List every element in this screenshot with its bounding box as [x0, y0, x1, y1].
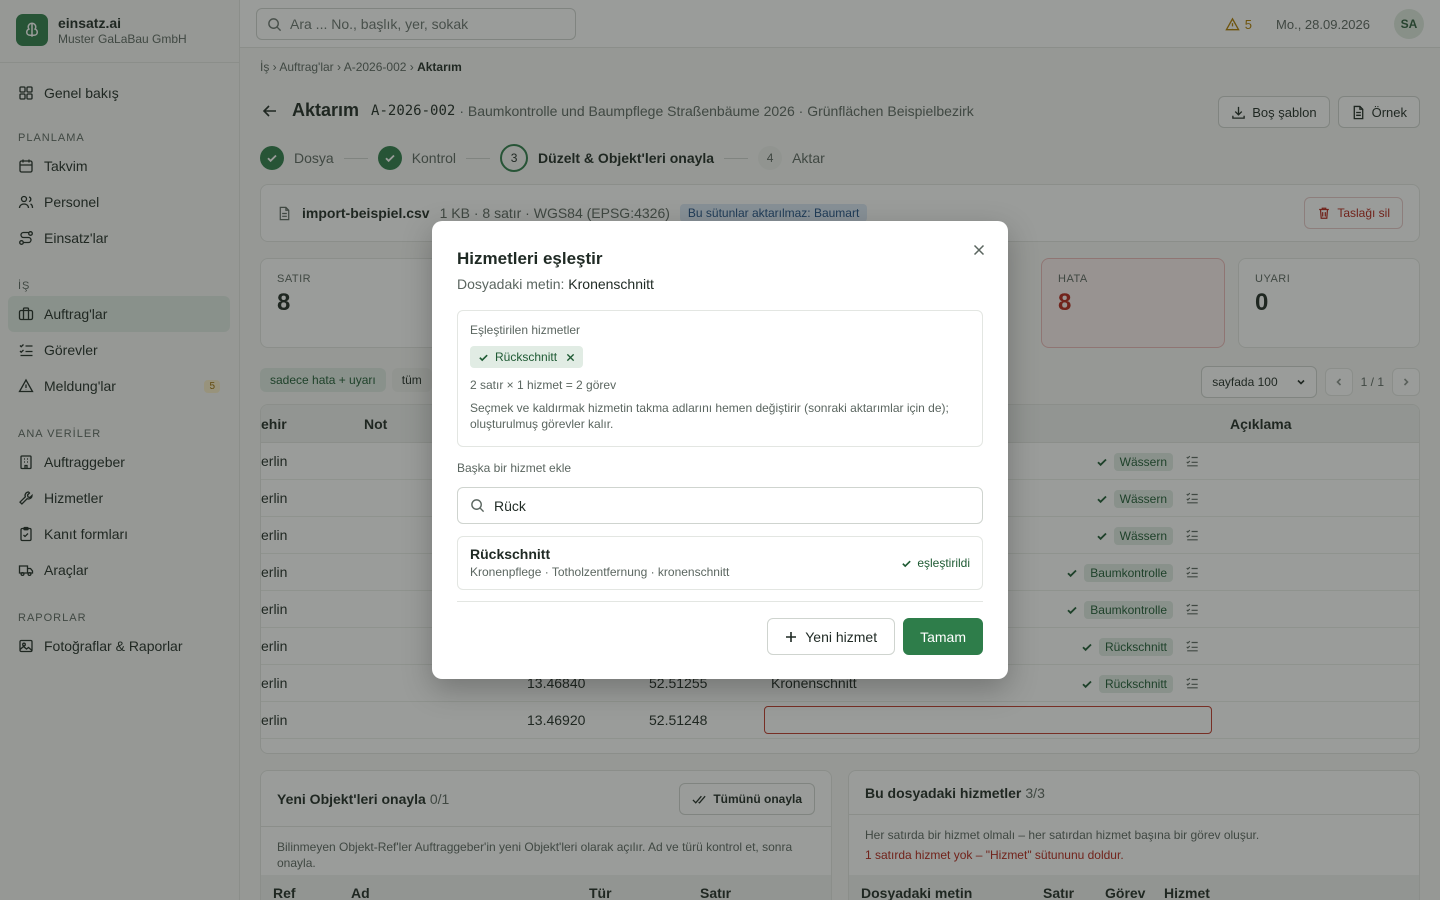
add-service-label: Başka bir hizmet ekle — [457, 461, 572, 475]
search-icon — [471, 499, 485, 513]
remove-x-icon[interactable] — [566, 353, 575, 362]
service-search-input[interactable]: Rück — [457, 487, 983, 524]
button-label: Yeni hizmet — [805, 628, 878, 645]
new-service-button[interactable]: Yeni hizmet — [767, 618, 896, 655]
task-calculation: 2 satır × 1 hizmet = 2 görev — [470, 378, 617, 392]
status-label: eşleştirildi — [917, 556, 970, 570]
plus-icon — [786, 631, 797, 642]
app-root: einsatz.ai Muster GaLaBau GmbH Genel bak… — [0, 0, 1440, 900]
chip-label: Rückschnitt — [495, 350, 558, 364]
service-search-result[interactable]: Rückschnitt Kronenpflege · Totholzentfer… — [457, 536, 983, 590]
dialog-actions: Yeni hizmet Tamam — [767, 618, 983, 655]
source-text-label: Dosyadaki metin: — [457, 276, 565, 292]
check-icon — [479, 354, 488, 361]
matched-service-chip: Rückschnitt — [470, 346, 584, 368]
matched-services-box: Eşleştirilen hizmetler Rückschnitt 2 sat… — [457, 310, 983, 447]
matched-caption: Eşleştirilen hizmetler — [470, 323, 581, 337]
result-status: eşleştirildi — [901, 556, 970, 570]
check-icon — [902, 560, 912, 567]
dialog-title: Hizmetleri eşleştir — [457, 249, 603, 268]
mapping-note: Seçmek ve kaldırmak hizmetin takma adlar… — [470, 401, 949, 431]
search-value: Rück — [494, 497, 526, 514]
dialog-divider — [457, 601, 983, 602]
result-aliases: Kronenpflege · Totholzentfernung · krone… — [470, 565, 730, 579]
dialog-subtitle: Dosyadaki metin: Kronenschnitt — [457, 276, 654, 292]
ok-button[interactable]: Tamam — [903, 618, 983, 655]
service-mapping-dialog: Hizmetleri eşleştir Dosyadaki metin: Kro… — [432, 221, 1008, 679]
result-title: Rückschnitt — [470, 546, 551, 562]
source-text-value: Kronenschnitt — [568, 276, 654, 292]
close-icon[interactable] — [970, 241, 988, 259]
